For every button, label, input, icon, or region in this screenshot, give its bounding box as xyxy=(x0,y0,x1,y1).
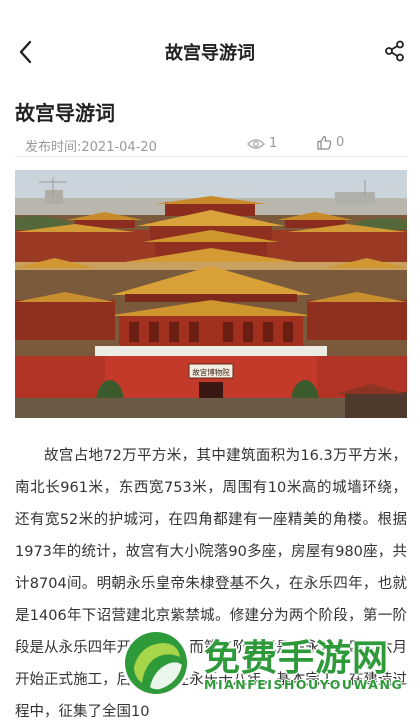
view-count: 1 xyxy=(247,136,277,151)
publish-date: 2021-04-20 xyxy=(81,140,157,155)
view-count-value: 1 xyxy=(269,136,278,151)
nav-title: 故宫导游词 xyxy=(165,43,255,64)
publish-label: 发布时间: xyxy=(25,140,82,155)
publish-time: 发布时间:2021-04-20 xyxy=(25,136,157,155)
like-button[interactable]: 0 xyxy=(317,135,344,150)
article-title: 故宫导游词 xyxy=(15,101,115,125)
thumbs-up-icon xyxy=(317,135,332,150)
gate-sign: 故宫博物院 xyxy=(192,367,230,377)
top-navigation-bar: 故宫导游词 xyxy=(0,0,420,100)
eye-icon xyxy=(247,138,265,149)
like-count: 0 xyxy=(336,135,345,150)
share-icon xyxy=(385,40,404,62)
watermark: 免费手游网 MIANFEISHOUYOUWANG xyxy=(120,625,420,700)
article-meta: 发布时间:2021-04-20 1 0 xyxy=(15,132,407,157)
article-image: 故宫博物院 xyxy=(15,170,407,418)
share-button[interactable] xyxy=(384,40,406,62)
brand-logo-icon xyxy=(122,629,190,697)
watermark-brand-en: MIANFEISHOUYOUWANG xyxy=(204,677,404,692)
watermark-brand-cn: 免费手游网 xyxy=(204,638,390,679)
